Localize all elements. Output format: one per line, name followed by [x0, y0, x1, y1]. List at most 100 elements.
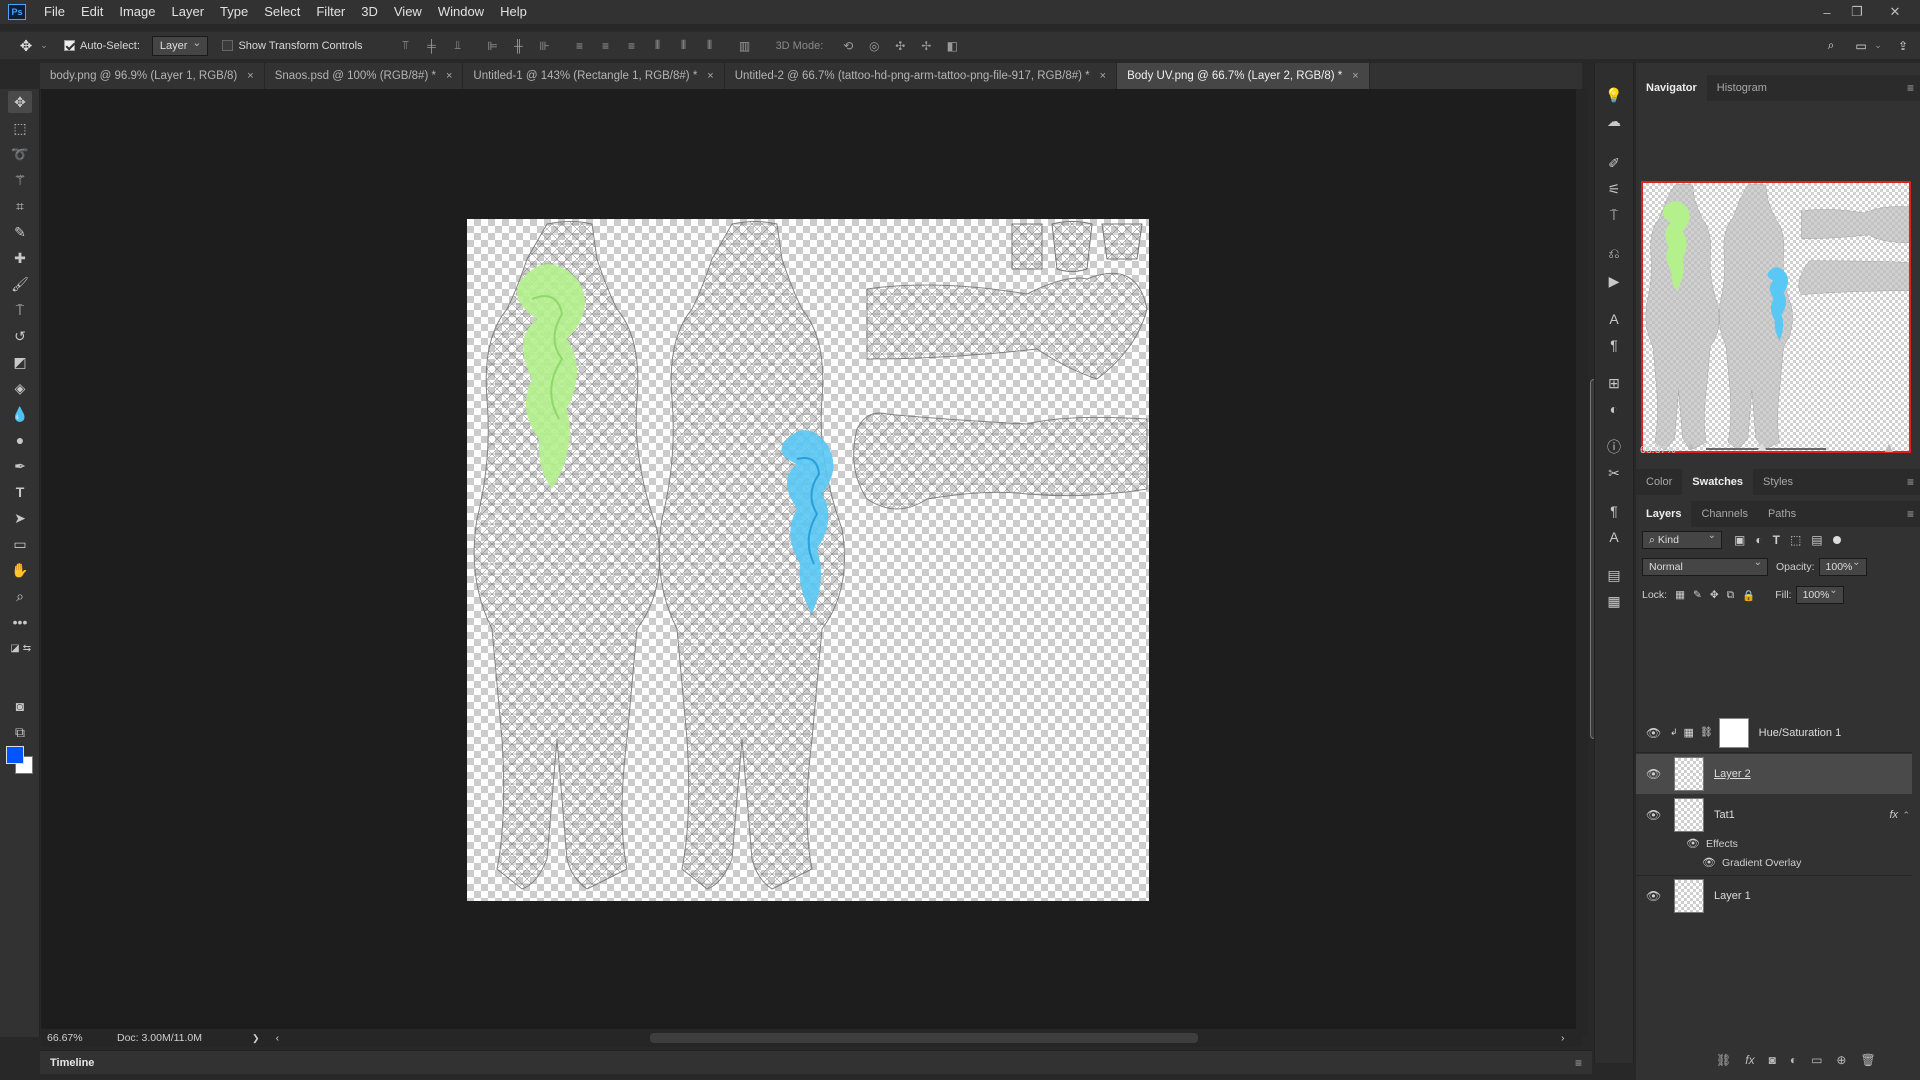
align-top-icon[interactable]: ⫪ — [398, 38, 414, 54]
layer-name[interactable]: Layer 2 — [1714, 768, 1751, 780]
layer-name[interactable]: Layer 1 — [1714, 890, 1751, 902]
layer-comps-icon[interactable]: ▤ — [1603, 565, 1625, 585]
scroll-right-icon[interactable]: › — [1561, 1032, 1565, 1044]
magic-wand-tool-icon[interactable]: ⚚ — [8, 169, 32, 191]
tab-paths[interactable]: Paths — [1758, 501, 1806, 527]
distribute-vcenter-icon[interactable]: ≡ — [598, 38, 614, 54]
opacity-field[interactable]: 100% — [1818, 557, 1867, 576]
panel-menu-icon[interactable]: ≡ — [1907, 81, 1914, 95]
smart-object-thumbnail[interactable] — [1674, 798, 1704, 832]
foreground-color-swatch[interactable] — [6, 746, 24, 764]
character-icon[interactable]: A — [1603, 309, 1625, 329]
chevron-down-icon[interactable]: ⌄ — [39, 38, 49, 54]
auto-align-icon[interactable]: ▥ — [737, 38, 753, 54]
menu-edit[interactable]: Edit — [73, 0, 111, 24]
crop-tool-icon[interactable]: ⌗ — [8, 195, 32, 217]
rectangle-tool-icon[interactable]: ▭ — [8, 533, 32, 555]
pen-tool-icon[interactable]: ✒ — [8, 455, 32, 477]
status-menu-arrow-icon[interactable]: ❯ — [252, 1033, 260, 1044]
gradient-overlay-row[interactable]: 👁 Gradient Overlay — [1702, 856, 1801, 870]
auto-select-target-dropdown[interactable]: Layer — [151, 35, 209, 56]
new-layer-icon[interactable]: ⊕ — [1836, 1053, 1846, 1067]
align-right-icon[interactable]: ⊪ — [537, 38, 553, 54]
eraser-tool-icon[interactable]: ◩ — [8, 351, 32, 373]
path-selection-tool-icon[interactable]: ➤ — [8, 507, 32, 529]
menu-filter[interactable]: Filter — [308, 0, 353, 24]
type-tool-icon[interactable]: T — [8, 481, 32, 503]
zoom-in-icon[interactable]: ▲ — [1882, 439, 1896, 455]
layer-row-layer-2[interactable]: 👁 Layer 2 — [1636, 754, 1912, 794]
clone-source-icon[interactable]: ⍑ — [1603, 205, 1625, 225]
close-tab-icon[interactable]: × — [1352, 70, 1358, 82]
layer-name[interactable]: Hue/Saturation 1 — [1759, 727, 1842, 739]
tab-navigator[interactable]: Navigator — [1636, 75, 1707, 101]
doc-tab[interactable]: Untitled-1 @ 143% (Rectangle 1, RGB/8#) … — [463, 63, 725, 89]
marquee-tool-icon[interactable]: ⬚ — [8, 117, 32, 139]
close-window-button[interactable]: ✕ — [1880, 0, 1910, 24]
show-transform-checkbox[interactable] — [222, 40, 234, 51]
tab-swatches[interactable]: Swatches — [1682, 469, 1754, 495]
menu-layer[interactable]: Layer — [164, 0, 213, 24]
menu-file[interactable]: File — [36, 0, 73, 24]
navigator-zoom-value[interactable]: 66.67% — [1640, 444, 1676, 456]
layer-name[interactable]: Tat1 — [1714, 809, 1735, 821]
swap-colors-icon[interactable]: ⇆ — [20, 637, 34, 659]
history-brush-tool-icon[interactable]: ↺ — [8, 325, 32, 347]
navigator-preview[interactable] — [1641, 181, 1911, 453]
filter-toggle-icon[interactable] — [1832, 536, 1841, 544]
workspace-icon[interactable]: ▭ — [1853, 38, 1869, 54]
distribute-hcenter-icon[interactable]: ⦀ — [676, 38, 692, 54]
hand-tool-icon[interactable]: ✋ — [8, 559, 32, 581]
lock-pixels-icon[interactable]: ✎ — [1693, 589, 1702, 601]
3d-orbit-icon[interactable]: ⟲ — [840, 38, 856, 54]
menu-window[interactable]: Window — [430, 0, 492, 24]
menu-type[interactable]: Type — [212, 0, 256, 24]
menu-3d[interactable]: 3D — [353, 0, 386, 24]
blend-mode-dropdown[interactable]: Normal — [1642, 557, 1768, 576]
paragraph-icon[interactable]: ¶ — [1603, 335, 1625, 355]
visibility-eye-icon[interactable]: 👁 — [1646, 726, 1662, 740]
properties-icon[interactable]: ⊞ — [1603, 373, 1625, 393]
align-left-icon[interactable]: ⊫ — [485, 38, 501, 54]
actions-icon[interactable]: ▶ — [1603, 271, 1625, 291]
tool-presets-icon[interactable]: ✂ — [1603, 463, 1625, 483]
align-vcenter-icon[interactable]: ╪ — [424, 38, 440, 54]
add-mask-icon[interactable]: ◙ — [1769, 1053, 1776, 1067]
layer-mask-thumbnail[interactable] — [1718, 717, 1749, 748]
tab-channels[interactable]: Channels — [1691, 501, 1757, 527]
effect-eye-icon[interactable]: 👁 — [1702, 856, 1716, 869]
doc-tab[interactable]: body.png @ 96.9% (Layer 1, RGB/8) × — [40, 63, 265, 89]
layer-thumbnail[interactable] — [1674, 757, 1704, 791]
lock-all-icon[interactable]: 🔒 — [1742, 589, 1755, 602]
menu-select[interactable]: Select — [256, 0, 308, 24]
panel-menu-icon[interactable]: ≡ — [1907, 507, 1914, 521]
distribute-left-icon[interactable]: ⦀ — [650, 38, 666, 54]
layer-row-layer-1[interactable]: 👁 Layer 1 — [1636, 875, 1912, 915]
effects-row[interactable]: 👁 Effects — [1686, 837, 1738, 851]
info-icon[interactable]: ⓘ — [1603, 437, 1625, 457]
visibility-eye-icon[interactable]: 👁 — [1646, 767, 1662, 781]
auto-select-option[interactable]: Auto-Select: — [64, 40, 140, 52]
zoom-level[interactable]: 66.67% — [47, 1032, 107, 1044]
healing-brush-tool-icon[interactable]: ✚ — [8, 247, 32, 269]
zoom-out-icon[interactable]: ▲ — [1686, 441, 1696, 452]
minimize-button[interactable]: – — [1812, 0, 1842, 24]
close-tab-icon[interactable]: × — [446, 70, 452, 82]
notes-icon[interactable]: ▦ — [1603, 591, 1625, 611]
link-icon[interactable]: ⛓ — [1700, 727, 1713, 738]
tab-styles[interactable]: Styles — [1753, 469, 1803, 495]
filter-type-icon[interactable]: T — [1773, 533, 1780, 547]
3d-pan-icon[interactable]: ✣ — [892, 38, 908, 54]
restore-button[interactable]: ❐ — [1842, 0, 1872, 24]
vertical-scrollbar[interactable] — [1576, 89, 1598, 1036]
delete-layer-icon[interactable]: 🗑 — [1860, 1053, 1875, 1067]
align-bottom-icon[interactable]: ⫫ — [450, 38, 466, 54]
layer-row-hue-saturation[interactable]: 👁 ↲ ▦ ⛓ Hue/Saturation 1 — [1636, 713, 1912, 753]
workspace-chevron-icon[interactable]: ⌄ — [1873, 38, 1883, 54]
adjustments-icon[interactable]: ⚟ — [1603, 179, 1625, 199]
lasso-tool-icon[interactable]: ➰ — [8, 143, 32, 165]
brush-settings-icon[interactable]: ✐ — [1603, 153, 1625, 173]
zoom-tool-icon[interactable]: ⌕ — [8, 585, 32, 607]
tab-color[interactable]: Color — [1636, 469, 1682, 495]
doc-tab-active[interactable]: Body UV.png @ 66.7% (Layer 2, RGB/8) * × — [1117, 63, 1370, 89]
